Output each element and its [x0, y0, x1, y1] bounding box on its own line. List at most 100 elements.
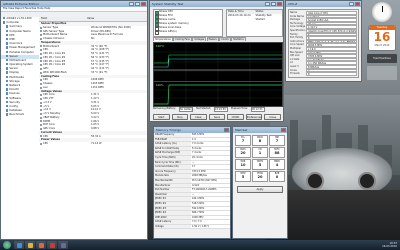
maximize-button[interactable]: [135, 2, 140, 6]
timing-cell[interactable]: tRAS 20: [235, 147, 251, 158]
timing-label: Part Number: [155, 188, 170, 192]
timing-cell[interactable]: tRTP 5: [235, 171, 251, 182]
tab-statistics[interactable]: Statistics: [231, 37, 246, 41]
apply-button[interactable]: Apply: [237, 186, 283, 193]
timing-cell-value: 8: [258, 139, 262, 143]
tree-item[interactable]: Benchmark: [1, 113, 39, 117]
timing-cell[interactable]: B2B 0: [269, 171, 285, 182]
system-tray[interactable]: 10:37 16.03.2010: [382, 242, 400, 248]
timing-value: 1T: [191, 165, 230, 169]
close-button[interactable]: [224, 128, 229, 132]
tab-voltages[interactable]: Voltages: [192, 37, 207, 41]
taskbar-aida-icon[interactable]: [47, 241, 57, 249]
maximize-button[interactable]: [271, 2, 276, 6]
column-field[interactable]: Field: [39, 17, 85, 21]
sensor-grid: Field Value Sensor Properties Sensor Type…: [39, 17, 147, 239]
cpu-usage-graph: 100%: [153, 81, 283, 107]
minimize-button[interactable]: [265, 2, 270, 6]
field-value: 71.14 W: [91, 142, 102, 145]
close-button[interactable]: [355, 2, 360, 6]
start-button[interactable]: Start: [153, 114, 170, 120]
calendar-gadget[interactable]: Tuesday 16 March 2010: [369, 26, 395, 50]
stress-checkbox[interactable]: Stress GPU(s): [154, 30, 222, 35]
minimize-button[interactable]: [129, 2, 134, 6]
timing-cell[interactable]: tRFC 88: [269, 147, 285, 158]
timing-value: 518.5 MHz: [191, 201, 230, 206]
timing-cell[interactable]: CR 1: [252, 147, 268, 158]
timing-cell[interactable]: tCL 7: [235, 135, 251, 146]
timing-value: F3-16000CL7-2GBPIS: [191, 188, 230, 192]
taskbar-ie-icon[interactable]: [14, 241, 24, 249]
timing-cell[interactable]: tRCD 8: [252, 135, 268, 146]
timings-title: Memory Timings: [156, 128, 181, 132]
close-button[interactable]: Close: [264, 114, 281, 120]
timings-titlebar[interactable]: Memory Timings: [154, 127, 230, 133]
timing-row: Voltage 1.50 V / 1.65 V: [154, 224, 230, 230]
tab-cooling-fans[interactable]: Cooling Fans: [173, 37, 192, 41]
timing-grid: tCL 7 tRCD 8 tRP 7 tRAS 20 CR 1 tRFC 88 tWR 10 tWTR 5 tR…: [233, 133, 287, 184]
timing-value: 1:4: [191, 137, 230, 142]
timing-label: JEDEC #2: [155, 201, 167, 205]
timing-cell-value: 7: [241, 139, 245, 143]
close-button[interactable]: [141, 2, 146, 6]
calendar-day: 16: [373, 30, 391, 44]
timing-cell[interactable]: tRRD 4: [269, 159, 285, 170]
stop-button[interactable]: Stop: [171, 114, 189, 120]
timing-cell[interactable]: tWTR 5: [252, 159, 268, 170]
desktop-gadgets: Tuesday 16 March 2010 Feed Headlines: [364, 0, 400, 110]
memset-window: MemSet tCL 7 tRCD 8 tRP 7 tRAS 20 CR 1 tRFC 88 tWR 10…: [232, 126, 288, 239]
timing-label: CAS# Latency (CL): [155, 142, 177, 146]
weather-gadget[interactable]: [367, 66, 397, 80]
test-title: System Stability Test: [152, 2, 184, 6]
timing-value: 3374.5 MHz: [191, 169, 230, 174]
tab-clocks[interactable]: Clocks: [219, 37, 231, 41]
navigation-tree[interactable]: AIDA64 v1.70.1400 Computer Summary Computer…: [1, 17, 40, 239]
aida-titlebar[interactable]: AIDA64 Extreme Edition: [1, 1, 147, 7]
timing-label: Voltage: [155, 224, 164, 228]
timing-value: 666.7 MHz: [191, 211, 230, 215]
cpuz-titlebar[interactable]: CPU-Z: [286, 1, 361, 7]
close-button[interactable]: [277, 2, 282, 6]
timing-label: JEDEC #1: [155, 197, 167, 201]
feed-gadget[interactable]: Feed Headlines: [367, 54, 397, 63]
preferences-button[interactable]: Preferences: [245, 114, 263, 120]
timing-label: JEDEC #3: [155, 206, 167, 210]
memory-timings-window: Memory Timings DRAM Frequency 843.6 MHz FS…: [153, 126, 231, 239]
cpuz-title: CPU-Z: [288, 2, 298, 6]
close-button[interactable]: [281, 128, 286, 132]
timing-value: 843.6 MHz: [191, 133, 230, 137]
column-value[interactable]: Value: [85, 17, 94, 21]
timing-cell[interactable]: tWR 10: [235, 159, 251, 170]
tab-powers[interactable]: Powers: [206, 37, 219, 41]
minimize-button[interactable]: [349, 2, 354, 6]
timing-label: FSB:DRAM: [155, 137, 167, 141]
cpuz-window: CPU-Z Name Intel Core i7 870 Code Name Lynn…: [285, 0, 362, 82]
test-titlebar[interactable]: System Stability Test: [150, 1, 283, 7]
timing-value: 8 clocks: [191, 146, 230, 151]
aida-title: AIDA64 Extreme Edition: [3, 2, 39, 6]
window-controls: [281, 128, 286, 132]
started-value: 10:24:50: [214, 107, 229, 113]
start-button[interactable]: [3, 241, 11, 249]
timing-value: 20 clocks: [191, 155, 230, 160]
taskbar-explorer-icon[interactable]: [25, 241, 35, 249]
timing-label: Bank Cycle Time (tRC): [155, 160, 181, 164]
tab-temperatures[interactable]: Temperatures: [153, 37, 173, 41]
window-controls: [224, 128, 229, 132]
memset-titlebar[interactable]: MemSet: [233, 127, 287, 133]
timing-cell[interactable]: tRP 7: [269, 135, 285, 146]
cpuid-button[interactable]: CPUID: [227, 114, 244, 120]
window-controls: [129, 2, 146, 6]
clock-gadget[interactable]: [372, 2, 392, 22]
taskbar-cpuz-icon[interactable]: [58, 241, 68, 249]
sensor-row: CPU 71.14 W: [39, 142, 147, 146]
battery-label: Remaining Battery:: [153, 107, 176, 110]
log-row: 2010-03-16 10:24 Stability Test: Started: [227, 14, 282, 21]
graph1-label: 100°C: [156, 44, 164, 48]
save-button[interactable]: Save: [208, 114, 226, 120]
taskbar-media-icon[interactable]: [36, 241, 46, 249]
clear-button[interactable]: Clear: [190, 114, 207, 120]
timing-cell-value: 88: [274, 151, 280, 155]
timing-value: G.Skill: [191, 183, 230, 188]
timing-cell[interactable]: tFAW 20: [252, 171, 268, 182]
